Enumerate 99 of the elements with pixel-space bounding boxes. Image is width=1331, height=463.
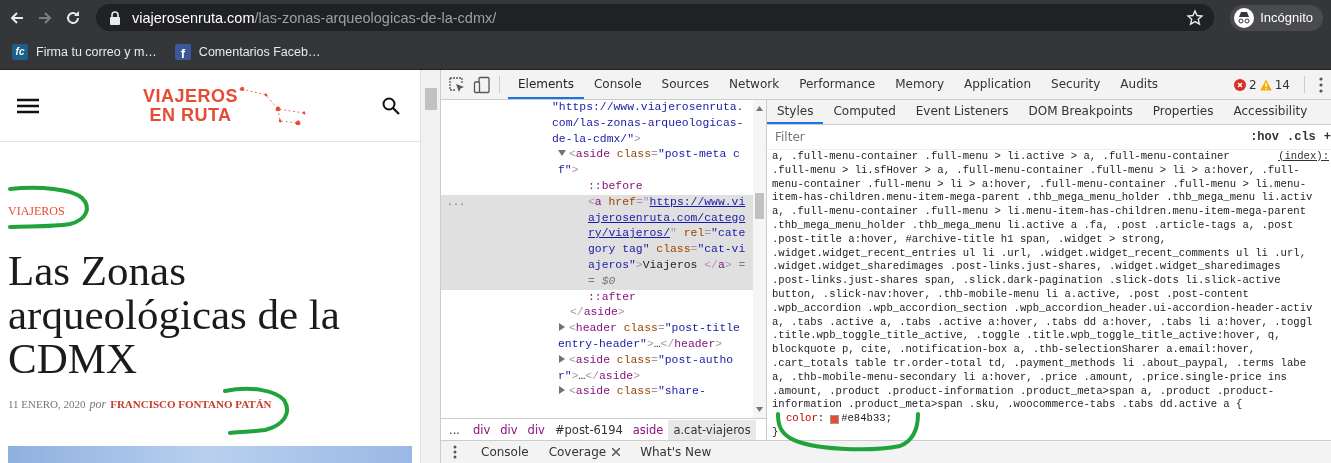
- dom-node[interactable]: ::after: [441, 289, 753, 306]
- css-selector-line: .widget.widget_recent_entries ul li .url, .widget.widget_recent_comments ul li .url,: [772, 246, 1307, 261]
- scroll-down-icon[interactable]: [756, 407, 763, 412]
- collapsed-triangle-icon[interactable]: [558, 354, 566, 363]
- logo-text[interactable]: EN RUTA: [149, 105, 232, 125]
- scrollbar-thumb[interactable]: [755, 193, 764, 219]
- panel-tab[interactable]: Security: [1041, 70, 1111, 99]
- sidebar-tab[interactable]: Properties: [1142, 100, 1224, 124]
- scrollbar[interactable]: [753, 100, 766, 418]
- closing-brace: }: [772, 425, 780, 440]
- css-property-value[interactable]: #e84b33;: [841, 412, 892, 426]
- article-title: Las Zonas arqueológicas de la CDMX: [8, 249, 341, 381]
- css-selector-line: a, .thb-mobile-menu-secondary li a:hover, .price .amount, .price.single-price ins: [772, 370, 1288, 385]
- device-icon[interactable]: [473, 75, 491, 94]
- toolbar-button[interactable]: :hov: [1250, 130, 1279, 144]
- scroll-up-icon[interactable]: [756, 106, 763, 111]
- incognito-icon: [1234, 7, 1255, 28]
- css-selector-line: .post-links.just-shares span, .slick.dark-pagination .slick-dots li.slick-active: [772, 274, 1282, 288]
- drawer-tab[interactable]: What's New: [630, 445, 722, 459]
- profile-button[interactable]: Incógnito: [1230, 4, 1323, 31]
- css-selector-line: item-has-children.menu-item-mega-parent .thb_mega_menu_holder .thb_mega_menu li.activ: [772, 191, 1314, 206]
- breadcrumb[interactable]: div: [495, 419, 523, 440]
- dom-node[interactable]: ... <a href="https://www.viajerosenruta.com/category/viajeros/" rel="category tag" class="cat-viajeros">Viajeros </a> == $0: [441, 194, 753, 290]
- css-selector-line: a, .tabs .active a, .tabs .active a:hover, .tabs dd a:hover, .tabs li a:hover, .toggl: [772, 315, 1314, 330]
- logo-text[interactable]: VIAJEROS: [143, 86, 238, 106]
- collapsed-triangle-icon[interactable]: [558, 323, 566, 332]
- dom-node[interactable]: ::before: [441, 179, 753, 195]
- css-selector-line: .post-title a:hover, #archive-title h1 span, .widget > strong,: [772, 232, 1168, 247]
- panel-tab[interactable]: Performance: [789, 70, 886, 99]
- colon-text: :: [817, 412, 825, 426]
- sidebar-tab[interactable]: Event Listeners: [905, 100, 1019, 124]
- panel-tab[interactable]: Elements: [508, 70, 584, 99]
- css-selector-line: information .product_meta>span .sku, .woocommerce-tabs .tabs dd.active a {: [772, 398, 1244, 413]
- close-icon[interactable]: [612, 448, 621, 456]
- constellation-icon: [238, 84, 308, 127]
- byline-text: por: [89, 397, 107, 412]
- css-selector-line: a, .full-menu-container .full-menu > li.active > a, .full-menu-container: [772, 150, 1230, 164]
- source-link[interactable]: (index):: [1278, 150, 1331, 164]
- more-options-icon[interactable]: [453, 445, 457, 459]
- expanded-triangle-icon[interactable]: [558, 149, 566, 158]
- warning-count[interactable]: 14: [1274, 77, 1290, 92]
- bookmark-link[interactable]: fc Firma tu correo y m…: [12, 44, 157, 60]
- category-link[interactable]: VIAJEROS: [8, 204, 65, 219]
- favicon-icon: fc: [12, 44, 28, 60]
- toolbar-button[interactable]: .cls: [1287, 130, 1316, 144]
- dom-node[interactable]: "https://www.viajerosenruta.com/las-zonas-arqueologicas-de-la-cdmx/">: [441, 100, 753, 148]
- author-link[interactable]: FRANCISCO FONTANO PATÁN: [110, 398, 272, 410]
- css-selector-line: .thb_mega_menu_holder .thb_mega_menu li.active a .fa, .post .article-tags a, .post: [772, 219, 1295, 233]
- collapsed-triangle-icon[interactable]: [558, 386, 566, 395]
- css-selector-line: menu-container .full-menu > li > a:hover, .full-menu-container .full-menu > li.menu-: [772, 177, 1307, 192]
- toolbar-button[interactable]: +: [1323, 130, 1331, 144]
- address-bar[interactable]: viajerosenruta.com/las-zonas-arqueologicas-de-la-cdmx/: [96, 4, 1215, 31]
- css-selector-line: .widget.widget_sharedimages .post-links.just-shares, .widget.widget_sharedimages: [772, 260, 1282, 275]
- color-swatch[interactable]: [830, 414, 840, 424]
- dom-node[interactable]: <header class="post-title entry-header">…</header>: [441, 321, 753, 353]
- panel-tab[interactable]: Memory: [885, 70, 954, 99]
- dom-node[interactable]: <aside class="post-author">…</aside>: [441, 352, 753, 385]
- breadcrumb[interactable]: aside: [627, 419, 669, 440]
- drawer-tab[interactable]: Console: [471, 445, 539, 459]
- bookmark-link[interactable]: f Comentarios Faceb…: [174, 44, 321, 60]
- menu-icon[interactable]: [17, 97, 39, 114]
- sidebar-tab[interactable]: Computed: [823, 100, 906, 124]
- error-count[interactable]: 2: [1249, 77, 1257, 92]
- post-date: 11 ENERO, 2020: [8, 398, 86, 410]
- dom-node[interactable]: <aside class="share-: [441, 384, 753, 401]
- inspect-icon[interactable]: [448, 75, 466, 94]
- scrollbar[interactable]: [420, 70, 440, 463]
- breadcrumb[interactable]: #post-6194: [549, 419, 628, 440]
- breadcrumb[interactable]: a.cat-viajeros: [668, 419, 756, 440]
- breadcrumb-overflow[interactable]: ...: [445, 422, 468, 437]
- breadcrumb[interactable]: div: [522, 419, 550, 440]
- panel-tab[interactable]: Application: [954, 70, 1042, 99]
- scrollbar-thumb[interactable]: [425, 88, 437, 110]
- css-selector-line: .wpb_accordion .wpb_accordion_section .wpb_accordion_header.ui-accordion-header-activ: [772, 301, 1314, 316]
- panel-tab[interactable]: Sources: [651, 70, 720, 99]
- css-selector-line: a, .full-menu-container .full-menu > li.menu-item-has-children.menu-item-mega-parent: [772, 205, 1307, 219]
- panel-tab[interactable]: Network: [719, 70, 790, 99]
- sidebar-tab[interactable]: Accessibility: [1223, 100, 1318, 124]
- error-icon[interactable]: [1234, 78, 1247, 91]
- breadcrumb[interactable]: div: [467, 419, 496, 440]
- css-selector-line: .full-menu > li.sfHover > a, .full-menu-container .full-menu > li > a:hover, .full-: [772, 163, 1301, 178]
- url-text: viajerosenruta.com/las-zonas-arqueologicas-de-la-cdmx/: [132, 9, 498, 26]
- search-icon[interactable]: [382, 96, 400, 115]
- panel-tab[interactable]: Audits: [1110, 70, 1169, 99]
- css-selector-line: button, .slick-nav:hover, .thb-mobile-menu li a.active, .post .post-content: [772, 287, 1250, 302]
- css-selector-line: blockquote p, cite, .notification-box a, .thb-selectionSharer a.email:hover,: [772, 343, 1257, 357]
- drawer-tab[interactable]: Coverage: [538, 445, 631, 459]
- dom-node[interactable]: </aside>: [441, 305, 753, 322]
- css-selector-line: .cart_totals table tr.order-total td, .payment_methods li .about_paypal, .terms labe: [772, 356, 1307, 371]
- css-selector-line: .title.wpb_toggle_title_active, .toggle .title.wpb_toggle_title_active:hover, q,: [772, 329, 1282, 344]
- css-property-name[interactable]: color: [786, 412, 818, 426]
- sidebar-tab[interactable]: DOM Breakpoints: [1018, 100, 1143, 124]
- css-selector-line: .amount, .product .product-information .product_meta>span a, .product .product-: [772, 384, 1276, 399]
- more-options-icon[interactable]: [1319, 76, 1323, 93]
- sidebar-tab[interactable]: Styles: [767, 100, 824, 124]
- panel-tab[interactable]: Console: [583, 70, 652, 99]
- favicon-icon: f: [174, 44, 191, 60]
- star-icon[interactable]: [1186, 8, 1205, 27]
- dom-node[interactable]: <aside class="post-meta cf">: [441, 147, 753, 179]
